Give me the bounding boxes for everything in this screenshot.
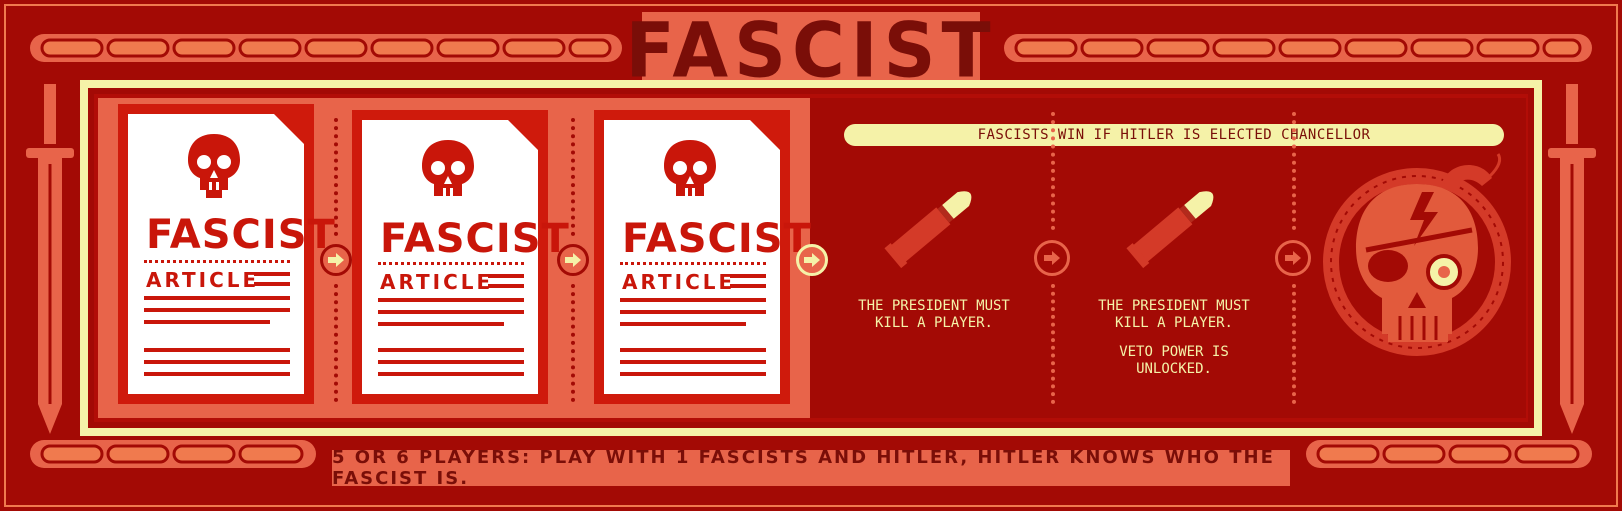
skull-icon	[188, 134, 240, 198]
policy-card: FASCIST ARTICLE	[604, 120, 811, 394]
chain-right-top	[1004, 34, 1592, 62]
policy-card-subtitle: ARTICLE	[146, 268, 260, 292]
slot-divider	[334, 284, 338, 402]
arrow-icon	[796, 244, 828, 276]
board-title-plate: FASCIST	[625, 12, 991, 88]
sword-left-icon	[26, 84, 74, 434]
arrow-icon	[1275, 240, 1311, 276]
skull-snake-icon	[1323, 153, 1511, 356]
chain-left-top	[30, 34, 622, 62]
slot-divider	[1292, 284, 1296, 404]
player-count-rule: 5 OR 6 PLAYERS: PLAY WITH 1 FASCISTS AND…	[332, 447, 1290, 489]
arrow-icon	[1034, 240, 1070, 276]
slot-divider	[334, 118, 338, 236]
power-description: THE PRESIDENT MUST KILL A PLAYER. VETO P…	[1098, 298, 1250, 377]
hitler-chancellor-banner: FASCISTS WIN IF HITLER IS ELECTED CHANCE…	[844, 124, 1504, 146]
slot-divider	[571, 118, 575, 236]
arrow-icon	[557, 244, 589, 276]
skull-icon	[422, 140, 474, 196]
slot-divider	[1051, 284, 1055, 404]
policy-card: FASCIST ARTICLE	[362, 120, 569, 394]
policy-card-title: FASCIST	[380, 216, 570, 262]
policy-slot-1[interactable]: FASCIST ARTICLE	[118, 104, 335, 404]
policy-slot-2[interactable]: FASCIST ARTICLE	[352, 110, 569, 404]
arrow-icon	[320, 244, 352, 276]
sword-right-icon	[1548, 84, 1596, 434]
slot-divider	[1292, 112, 1296, 230]
power-description: THE PRESIDENT MUST KILL A PLAYER.	[858, 298, 1010, 331]
policy-card-title: FASCIST	[146, 212, 336, 258]
bullet-icon	[1126, 191, 1214, 269]
board-title: FASCIST	[625, 5, 997, 95]
policy-card: FASCIST ARTICLE	[128, 114, 335, 394]
policy-card-subtitle: ARTICLE	[380, 270, 494, 294]
slot-divider	[571, 284, 575, 402]
skull-icon	[664, 140, 716, 196]
bullet-icon	[884, 191, 972, 269]
slot-divider	[1051, 112, 1055, 230]
policy-card-title: FASCIST	[622, 216, 812, 262]
policy-card-subtitle: ARTICLE	[622, 270, 736, 294]
chain-right-bottom	[1306, 440, 1592, 468]
chain-left-bottom	[30, 440, 316, 468]
policy-slot-3[interactable]: FASCIST ARTICLE	[594, 110, 811, 404]
